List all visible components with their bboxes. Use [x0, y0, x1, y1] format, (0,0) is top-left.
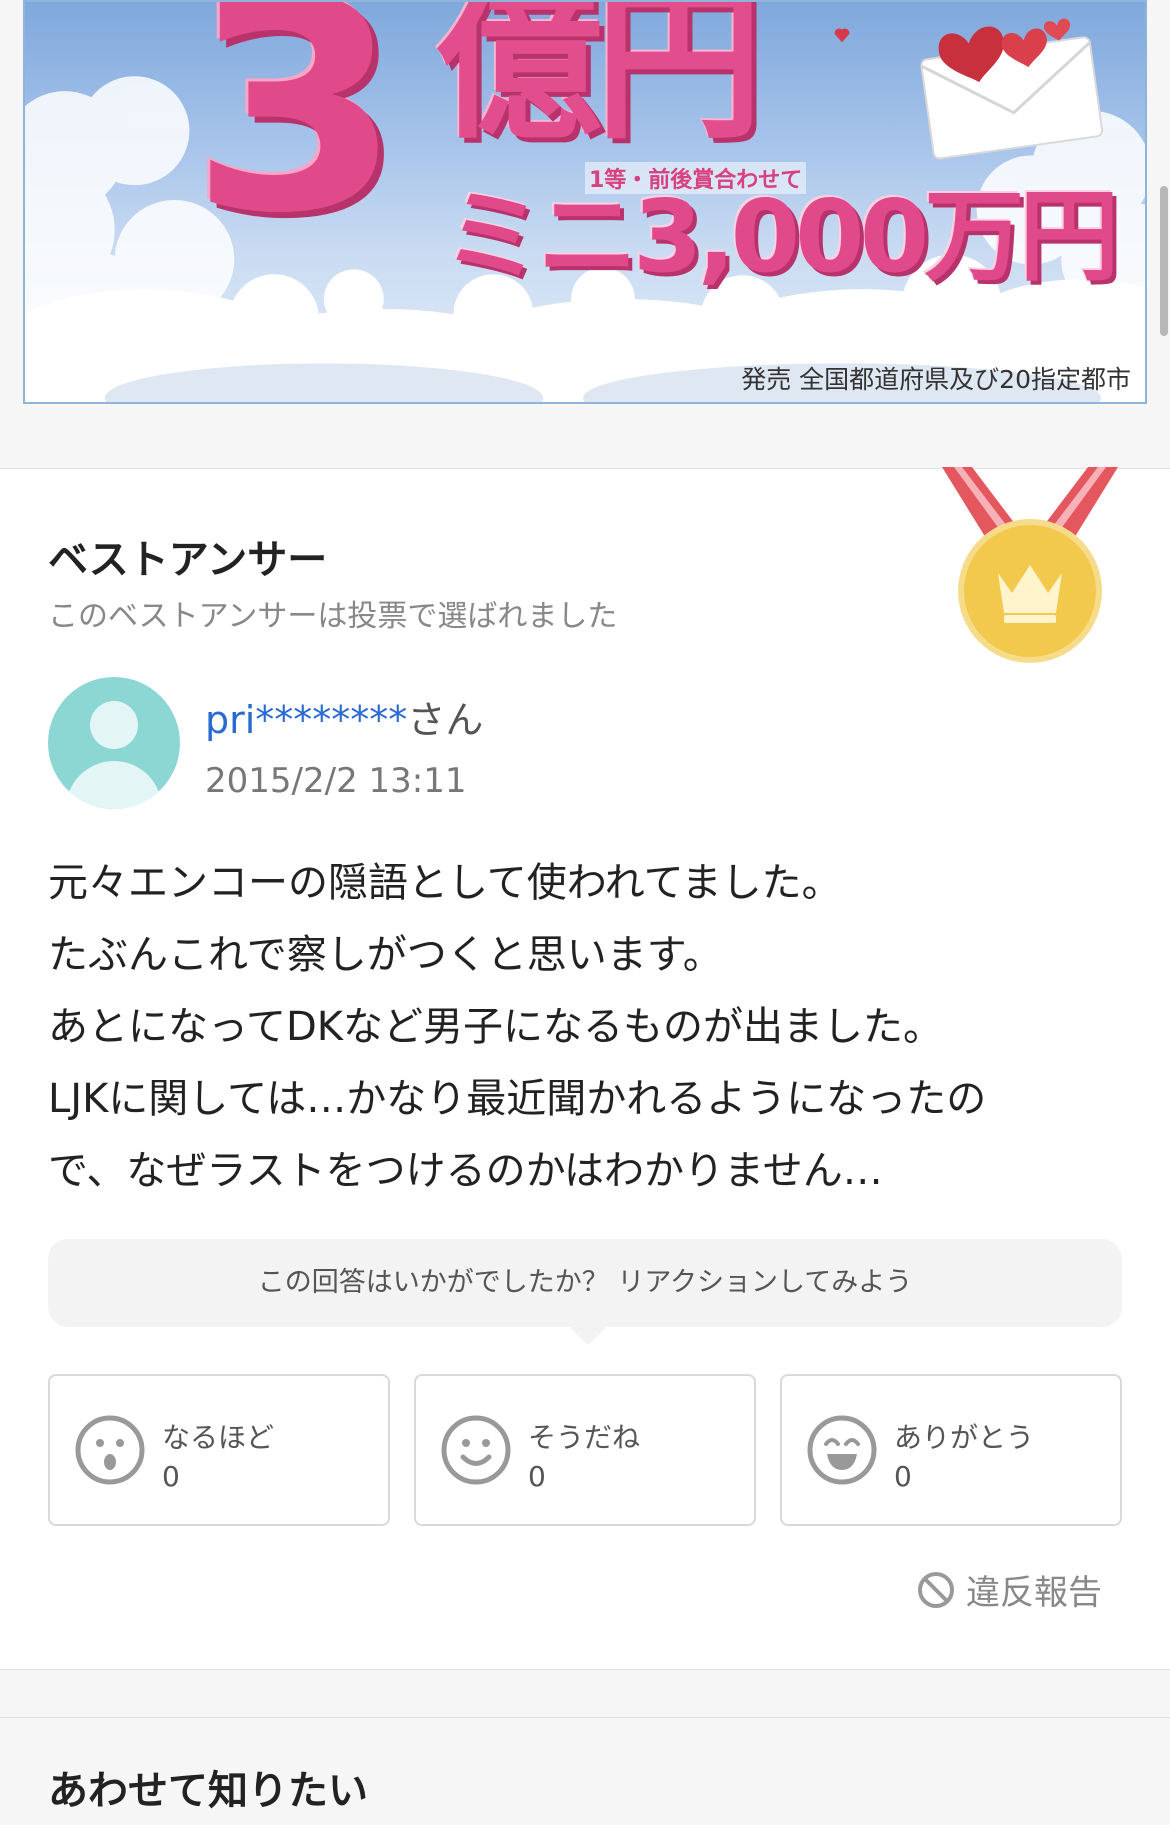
reaction-label: なるほど [162, 1421, 275, 1454]
answer-line: 元々エンコーの隠語として使われてました。 [48, 860, 842, 906]
reaction-button-soudane[interactable]: そうだね 0 [414, 1374, 756, 1526]
avatar-body-shape [66, 761, 162, 809]
heart-icon [834, 28, 850, 43]
username-suffix: さん [407, 698, 484, 742]
avatar[interactable] [48, 677, 180, 809]
report-violation-link[interactable]: 違反報告 [916, 1565, 1102, 1614]
reaction-label: ありがとう [894, 1421, 1035, 1454]
reaction-count: 0 [528, 1460, 546, 1493]
grin-face-icon [807, 1415, 877, 1485]
ad-mini-prize: ミニ3,000万円 [443, 178, 1119, 295]
prohibited-icon [918, 1571, 954, 1608]
surprised-face-icon [75, 1415, 145, 1485]
answer-line: たぶんこれで察しがつくと思います。 [48, 932, 723, 978]
answer-line: で、なぜラストをつけるのかはわかりません… [48, 1148, 883, 1194]
best-answer-title: ベストアンサー [48, 537, 328, 583]
related-section: あわせて知りたい [0, 1717, 1170, 1825]
report-label: 違反報告 [966, 1573, 1102, 1613]
ad-big-number: 3 [189, 0, 402, 277]
lottery-ad-banner[interactable]: 3 億円 1等・前後賞合わせて ミニ3,000万円 発売 全国都道府県及び20指… [23, 0, 1147, 404]
reaction-button-naruhodo[interactable]: なるほど 0 [48, 1374, 390, 1526]
ad-area: 3 億円 1等・前後賞合わせて ミニ3,000万円 発売 全国都道府県及び20指… [0, 0, 1170, 466]
reaction-count: 0 [162, 1460, 180, 1493]
best-answer-subtitle: このベストアンサーは投票で選ばれました [48, 599, 618, 634]
post-date: 2015/2/2 13:11 [205, 761, 467, 801]
related-title: あわせて知りたい [48, 1768, 368, 1814]
user-line: pri********さん [205, 689, 483, 744]
envelope-hearts-icon [920, 18, 1104, 160]
avatar-head-shape [90, 701, 138, 749]
smile-face-icon [441, 1415, 511, 1485]
best-answer-card: ベストアンサー このベストアンサーは投票で選ばれました pri********さ… [0, 467, 1170, 1670]
username-link[interactable]: pri******** [205, 698, 407, 742]
scrollbar-thumb[interactable] [1160, 186, 1168, 336]
reaction-button-arigatou[interactable]: ありがとう 0 [780, 1374, 1122, 1526]
ad-footnote: 発売 全国都道府県及び20指定都市 [741, 365, 1131, 394]
answer-line: あとになってDKなど男子になるものが出ました。 [48, 1004, 944, 1050]
reaction-label: そうだね [528, 1421, 641, 1454]
answer-body: 元々エンコーの隠語として使われてました。 たぶんこれで察しがつくと思います。 あ… [48, 847, 1128, 1207]
reaction-prompt: この回答はいかがでしたか？ リアクションしてみよう [48, 1239, 1122, 1345]
reaction-count: 0 [894, 1460, 912, 1493]
ad-unit: 億円 [435, 0, 763, 162]
crown-medal-icon [942, 467, 1118, 663]
answer-line: LJKに関しては…かなり最近聞かれるようになったの [48, 1076, 987, 1122]
